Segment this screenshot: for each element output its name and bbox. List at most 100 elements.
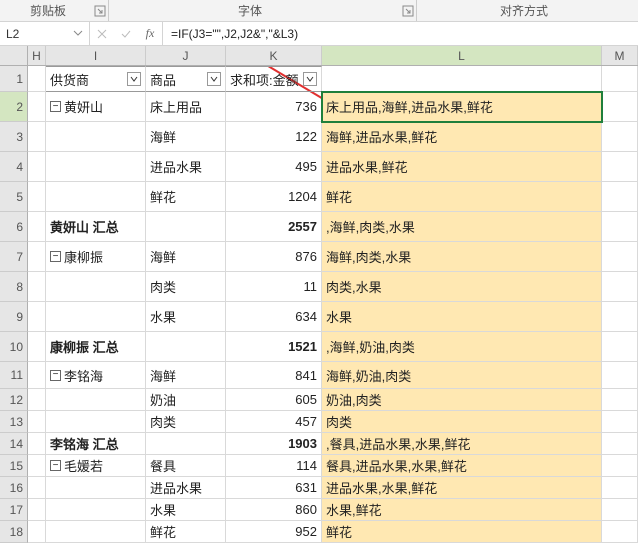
collapse-icon[interactable]: − xyxy=(50,370,61,381)
cell-concat[interactable]: 肉类 xyxy=(322,411,602,433)
cell-supplier[interactable]: −李铭海 xyxy=(46,362,146,389)
row-header[interactable]: 15 xyxy=(0,455,28,477)
cell[interactable] xyxy=(602,455,638,477)
cell-product[interactable]: 床上用品 xyxy=(146,92,226,122)
cell[interactable] xyxy=(602,302,638,332)
row-header[interactable]: 11 xyxy=(0,362,28,389)
cell-amount[interactable]: 114 xyxy=(226,455,322,477)
cell-product[interactable]: 水果 xyxy=(146,499,226,521)
cell[interactable] xyxy=(28,272,46,302)
cell-amount[interactable]: 631 xyxy=(226,477,322,499)
pivot-header-cell[interactable]: 商品 xyxy=(146,66,226,92)
cell[interactable] xyxy=(602,477,638,499)
cell[interactable] xyxy=(602,182,638,212)
row-header[interactable]: 5 xyxy=(0,182,28,212)
row-header[interactable]: 2 xyxy=(0,92,28,122)
cell-product[interactable]: 水果 xyxy=(146,302,226,332)
formula-input[interactable]: =IF(J3="",J2,J2&","&L3) xyxy=(163,22,638,45)
cell[interactable] xyxy=(28,362,46,389)
cell[interactable] xyxy=(28,389,46,411)
col-header-M[interactable]: M xyxy=(602,46,638,65)
cell-supplier[interactable]: 李铭海 汇总 xyxy=(46,433,146,455)
cell[interactable] xyxy=(28,242,46,272)
select-all-corner[interactable] xyxy=(0,46,28,65)
cell[interactable] xyxy=(602,521,638,543)
cell[interactable] xyxy=(28,212,46,242)
cell-concat[interactable]: 海鲜,奶油,肉类 xyxy=(322,362,602,389)
cell-product[interactable]: 餐具 xyxy=(146,455,226,477)
cell[interactable] xyxy=(602,499,638,521)
cell[interactable] xyxy=(602,433,638,455)
cell-concat[interactable]: 进品水果,鲜花 xyxy=(322,152,602,182)
cell[interactable] xyxy=(602,66,638,92)
cell-concat[interactable]: 水果,鲜花 xyxy=(322,499,602,521)
cell-concat[interactable]: ,海鲜,肉类,水果 xyxy=(322,212,602,242)
cell[interactable] xyxy=(602,272,638,302)
pivot-header-cell[interactable]: 求和项:金额 xyxy=(226,66,322,92)
cell-amount[interactable]: 876 xyxy=(226,242,322,272)
cell-supplier[interactable] xyxy=(46,302,146,332)
col-header-J[interactable]: J xyxy=(146,46,226,65)
cell-product[interactable]: 进品水果 xyxy=(146,477,226,499)
cell-amount[interactable]: 1204 xyxy=(226,182,322,212)
dialog-launcher-icon[interactable] xyxy=(94,5,106,17)
cell-concat[interactable]: 床上用品,海鲜,进品水果,鲜花 xyxy=(322,92,602,122)
cell-supplier[interactable] xyxy=(46,122,146,152)
cell-amount[interactable]: 457 xyxy=(226,411,322,433)
cell[interactable] xyxy=(602,152,638,182)
cell-supplier[interactable] xyxy=(46,411,146,433)
cell[interactable] xyxy=(28,182,46,212)
cell-amount[interactable]: 11 xyxy=(226,272,322,302)
cell-product[interactable]: 肉类 xyxy=(146,272,226,302)
cell[interactable] xyxy=(322,66,602,92)
cell[interactable] xyxy=(602,411,638,433)
cell-concat[interactable]: 海鲜,肉类,水果 xyxy=(322,242,602,272)
dialog-launcher-icon[interactable] xyxy=(402,5,414,17)
chevron-down-icon[interactable] xyxy=(73,27,83,41)
cell-product[interactable]: 海鲜 xyxy=(146,362,226,389)
col-header-H[interactable]: H xyxy=(28,46,46,65)
cell[interactable] xyxy=(28,122,46,152)
cell-product[interactable]: 奶油 xyxy=(146,389,226,411)
cell[interactable] xyxy=(28,499,46,521)
cell-amount[interactable]: 122 xyxy=(226,122,322,152)
cell-product[interactable]: 进品水果 xyxy=(146,152,226,182)
cell[interactable] xyxy=(28,411,46,433)
collapse-icon[interactable]: − xyxy=(50,101,61,112)
col-header-L[interactable]: L xyxy=(322,46,602,65)
cell[interactable] xyxy=(28,433,46,455)
row-header[interactable]: 16 xyxy=(0,477,28,499)
cell-amount[interactable]: 952 xyxy=(226,521,322,543)
cell-product[interactable]: 海鲜 xyxy=(146,242,226,272)
cell-supplier[interactable]: −黄妍山 xyxy=(46,92,146,122)
spreadsheet-grid[interactable]: H I J K L M 1供货商商品求和项:金额2−黄妍山床上用品736床上用品… xyxy=(0,46,638,543)
cell[interactable] xyxy=(28,521,46,543)
cell[interactable] xyxy=(28,455,46,477)
cell[interactable] xyxy=(28,477,46,499)
cell-supplier[interactable] xyxy=(46,272,146,302)
cell[interactable] xyxy=(602,389,638,411)
row-header[interactable]: 9 xyxy=(0,302,28,332)
accept-formula-button[interactable] xyxy=(114,22,138,46)
row-header[interactable]: 12 xyxy=(0,389,28,411)
cell[interactable] xyxy=(602,212,638,242)
cell[interactable] xyxy=(602,92,638,122)
cell-amount[interactable]: 860 xyxy=(226,499,322,521)
col-header-I[interactable]: I xyxy=(46,46,146,65)
cell-amount[interactable]: 634 xyxy=(226,302,322,332)
cell-amount[interactable]: 1521 xyxy=(226,332,322,362)
cell[interactable] xyxy=(28,92,46,122)
cell[interactable] xyxy=(602,362,638,389)
collapse-icon[interactable]: − xyxy=(50,251,61,262)
cell[interactable] xyxy=(28,152,46,182)
cell-concat[interactable]: 奶油,肉类 xyxy=(322,389,602,411)
cell-product[interactable] xyxy=(146,332,226,362)
row-header[interactable]: 8 xyxy=(0,272,28,302)
cell-supplier[interactable] xyxy=(46,182,146,212)
row-header[interactable]: 10 xyxy=(0,332,28,362)
cell-product[interactable] xyxy=(146,433,226,455)
cell-concat[interactable]: 肉类,水果 xyxy=(322,272,602,302)
cell-supplier[interactable] xyxy=(46,499,146,521)
collapse-icon[interactable]: − xyxy=(50,460,61,471)
cell-product[interactable]: 鲜花 xyxy=(146,182,226,212)
